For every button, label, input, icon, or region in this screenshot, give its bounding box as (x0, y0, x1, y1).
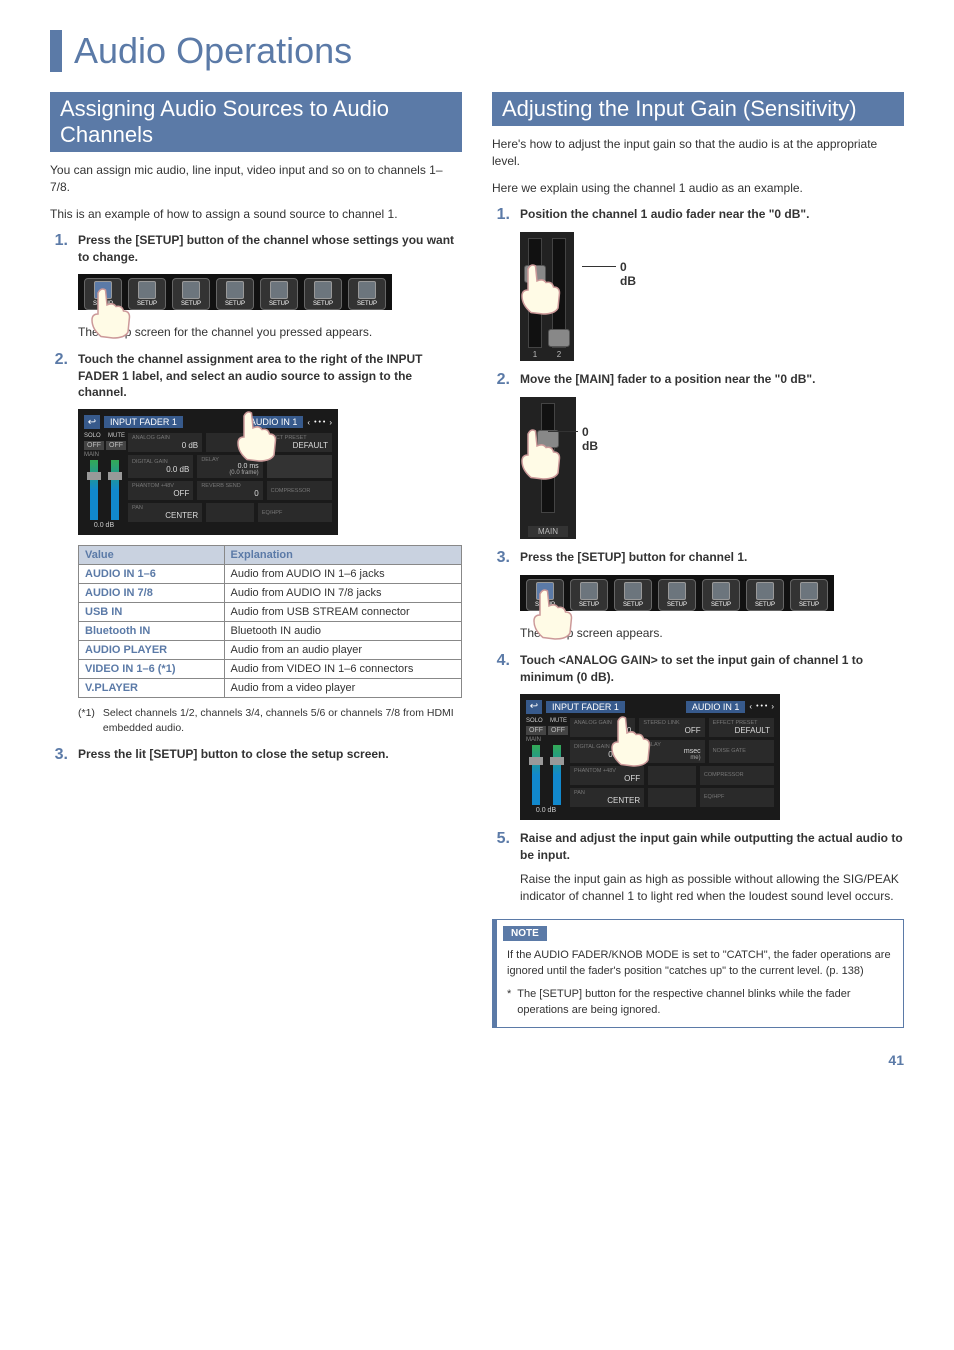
value-table: Value Explanation AUDIO IN 1–6Audio from… (78, 545, 462, 698)
db-leader-line (582, 266, 616, 267)
step-text: Move the [MAIN] fader to a position near… (520, 371, 815, 389)
lcd-nav-arrows: ‹• • •› (749, 702, 774, 711)
step-3: 3. Press the lit [SETUP] button to close… (50, 746, 462, 764)
footnote-mark: (*1) (78, 706, 95, 735)
note-asterisk-mark: * (507, 986, 511, 1019)
fader-illustration-2: MAIN (520, 397, 576, 539)
content-columns: Assigning Audio Sources to Audio Channel… (50, 92, 904, 1028)
note-label: NOTE (503, 926, 547, 941)
note-asterisk-text: The [SETUP] button for the respective ch… (517, 986, 893, 1019)
intro-text: Here's how to adjust the input gain so t… (492, 136, 904, 170)
lcd-screenshot-assign: ↩ INPUT FADER 1 AUDIO IN 1 ‹• • •› SOLO … (78, 409, 338, 535)
intro-text: You can assign mic audio, line input, vi… (50, 162, 462, 196)
table-header-explanation: Explanation (224, 546, 461, 565)
section-heading-assign: Assigning Audio Sources to Audio Channel… (50, 92, 462, 152)
lcd-source: AUDIO IN 1 (244, 416, 304, 428)
main-fader-label: MAIN (528, 526, 568, 537)
setup-button: SETUP (348, 278, 386, 310)
footnote-text: Select channels 1/2, channels 3/4, chann… (103, 706, 462, 735)
lcd-title: INPUT FADER 1 (104, 416, 183, 428)
page-title: Audio Operations (74, 30, 904, 72)
step-text: Touch <ANALOG GAIN> to set the input gai… (520, 652, 904, 686)
step-number: 4. (492, 652, 510, 686)
right-column: Adjusting the Input Gain (Sensitivity) H… (492, 92, 904, 1028)
section-heading-gain: Adjusting the Input Gain (Sensitivity) (492, 92, 904, 126)
table-row: AUDIO IN 7/8Audio from AUDIO IN 7/8 jack… (79, 584, 462, 603)
step-number: 3. (50, 746, 68, 764)
table-row: V.PLAYERAudio from a video player (79, 679, 462, 698)
step-sub-text: The setup screen appears. (520, 625, 904, 642)
zero-db-label: 0 dB (620, 260, 636, 288)
step-text: Press the lit [SETUP] button to close th… (78, 746, 389, 764)
step-number: 3. (492, 549, 510, 567)
page-number: 41 (888, 1052, 904, 1068)
setup-button: SETUP (570, 579, 608, 611)
setup-button: SETUP (216, 278, 254, 310)
back-icon: ↩ (84, 415, 100, 429)
left-column: Assigning Audio Sources to Audio Channel… (50, 92, 462, 1028)
step-2: 2. Touch the channel assignment area to … (50, 351, 462, 401)
setup-button: SETUP (746, 579, 784, 611)
table-row: Bluetooth INBluetooth IN audio (79, 622, 462, 641)
setup-button: SETUP (658, 579, 696, 611)
table-row: AUDIO PLAYERAudio from an audio player (79, 641, 462, 660)
setup-button: SETUP (84, 278, 122, 310)
setup-button: SETUP (614, 579, 652, 611)
setup-button: SETUP (702, 579, 740, 611)
step-number: 1. (50, 232, 68, 266)
footnote: (*1) Select channels 1/2, channels 3/4, … (78, 706, 462, 735)
back-icon: ↩ (526, 700, 542, 714)
setup-buttons-illustration: SETUP SETUP SETUP SETUP SETUP SETUP SETU… (520, 575, 834, 611)
setup-button: SETUP (304, 278, 342, 310)
fader-illustration-1: 1 2 (520, 232, 574, 361)
note-box: NOTE If the AUDIO FADER/KNOB MODE is set… (492, 919, 904, 1028)
db-leader-line (548, 431, 578, 432)
table-header-value: Value (79, 546, 225, 565)
step-3: 3. Press the [SETUP] button for channel … (492, 549, 904, 567)
setup-button: SETUP (260, 278, 298, 310)
table-row: USB INAudio from USB STREAM connector (79, 603, 462, 622)
step-number: 2. (50, 351, 68, 401)
step-1: 1. Position the channel 1 audio fader ne… (492, 206, 904, 224)
table-row: AUDIO IN 1–6Audio from AUDIO IN 1–6 jack… (79, 565, 462, 584)
step-text: Position the channel 1 audio fader near … (520, 206, 809, 224)
table-row: VIDEO IN 1–6 (*1)Audio from VIDEO IN 1–6… (79, 660, 462, 679)
step-1: 1. Press the [SETUP] button of the chann… (50, 232, 462, 266)
step-number: 1. (492, 206, 510, 224)
lcd-source: AUDIO IN 1 (686, 701, 746, 713)
step-text: Press the [SETUP] button for channel 1. (520, 549, 747, 567)
step-text: Touch the channel assignment area to the… (78, 351, 462, 401)
lcd-screenshot-gain: ↩ INPUT FADER 1 AUDIO IN 1 ‹• • •› SOLO … (520, 694, 780, 820)
setup-button: SETUP (172, 278, 210, 310)
intro-text-2: Here we explain using the channel 1 audi… (492, 180, 904, 197)
step-2: 2. Move the [MAIN] fader to a position n… (492, 371, 904, 389)
setup-buttons-illustration: SETUP SETUP SETUP SETUP SETUP SETUP SETU… (78, 274, 392, 310)
setup-button: SETUP (790, 579, 828, 611)
page-title-wrap: Audio Operations (50, 30, 904, 72)
lcd-title: INPUT FADER 1 (546, 701, 625, 713)
note-body-text: If the AUDIO FADER/KNOB MODE is set to "… (507, 947, 893, 980)
setup-button: SETUP (128, 278, 166, 310)
lcd-nav-arrows: ‹• • •› (307, 418, 332, 427)
step-4: 4. Touch <ANALOG GAIN> to set the input … (492, 652, 904, 686)
step-number: 5. (492, 830, 510, 864)
step-sub-text: Raise the input gain as high as possible… (520, 871, 904, 905)
step-number: 2. (492, 371, 510, 389)
step-sub-text: The setup screen for the channel you pre… (78, 324, 462, 341)
step-text: Press the [SETUP] button of the channel … (78, 232, 462, 266)
step-text: Raise and adjust the input gain while ou… (520, 830, 904, 864)
setup-button: SETUP (526, 579, 564, 611)
zero-db-label: 0 dB (582, 425, 598, 453)
step-5: 5. Raise and adjust the input gain while… (492, 830, 904, 864)
intro-text-2: This is an example of how to assign a so… (50, 206, 462, 223)
